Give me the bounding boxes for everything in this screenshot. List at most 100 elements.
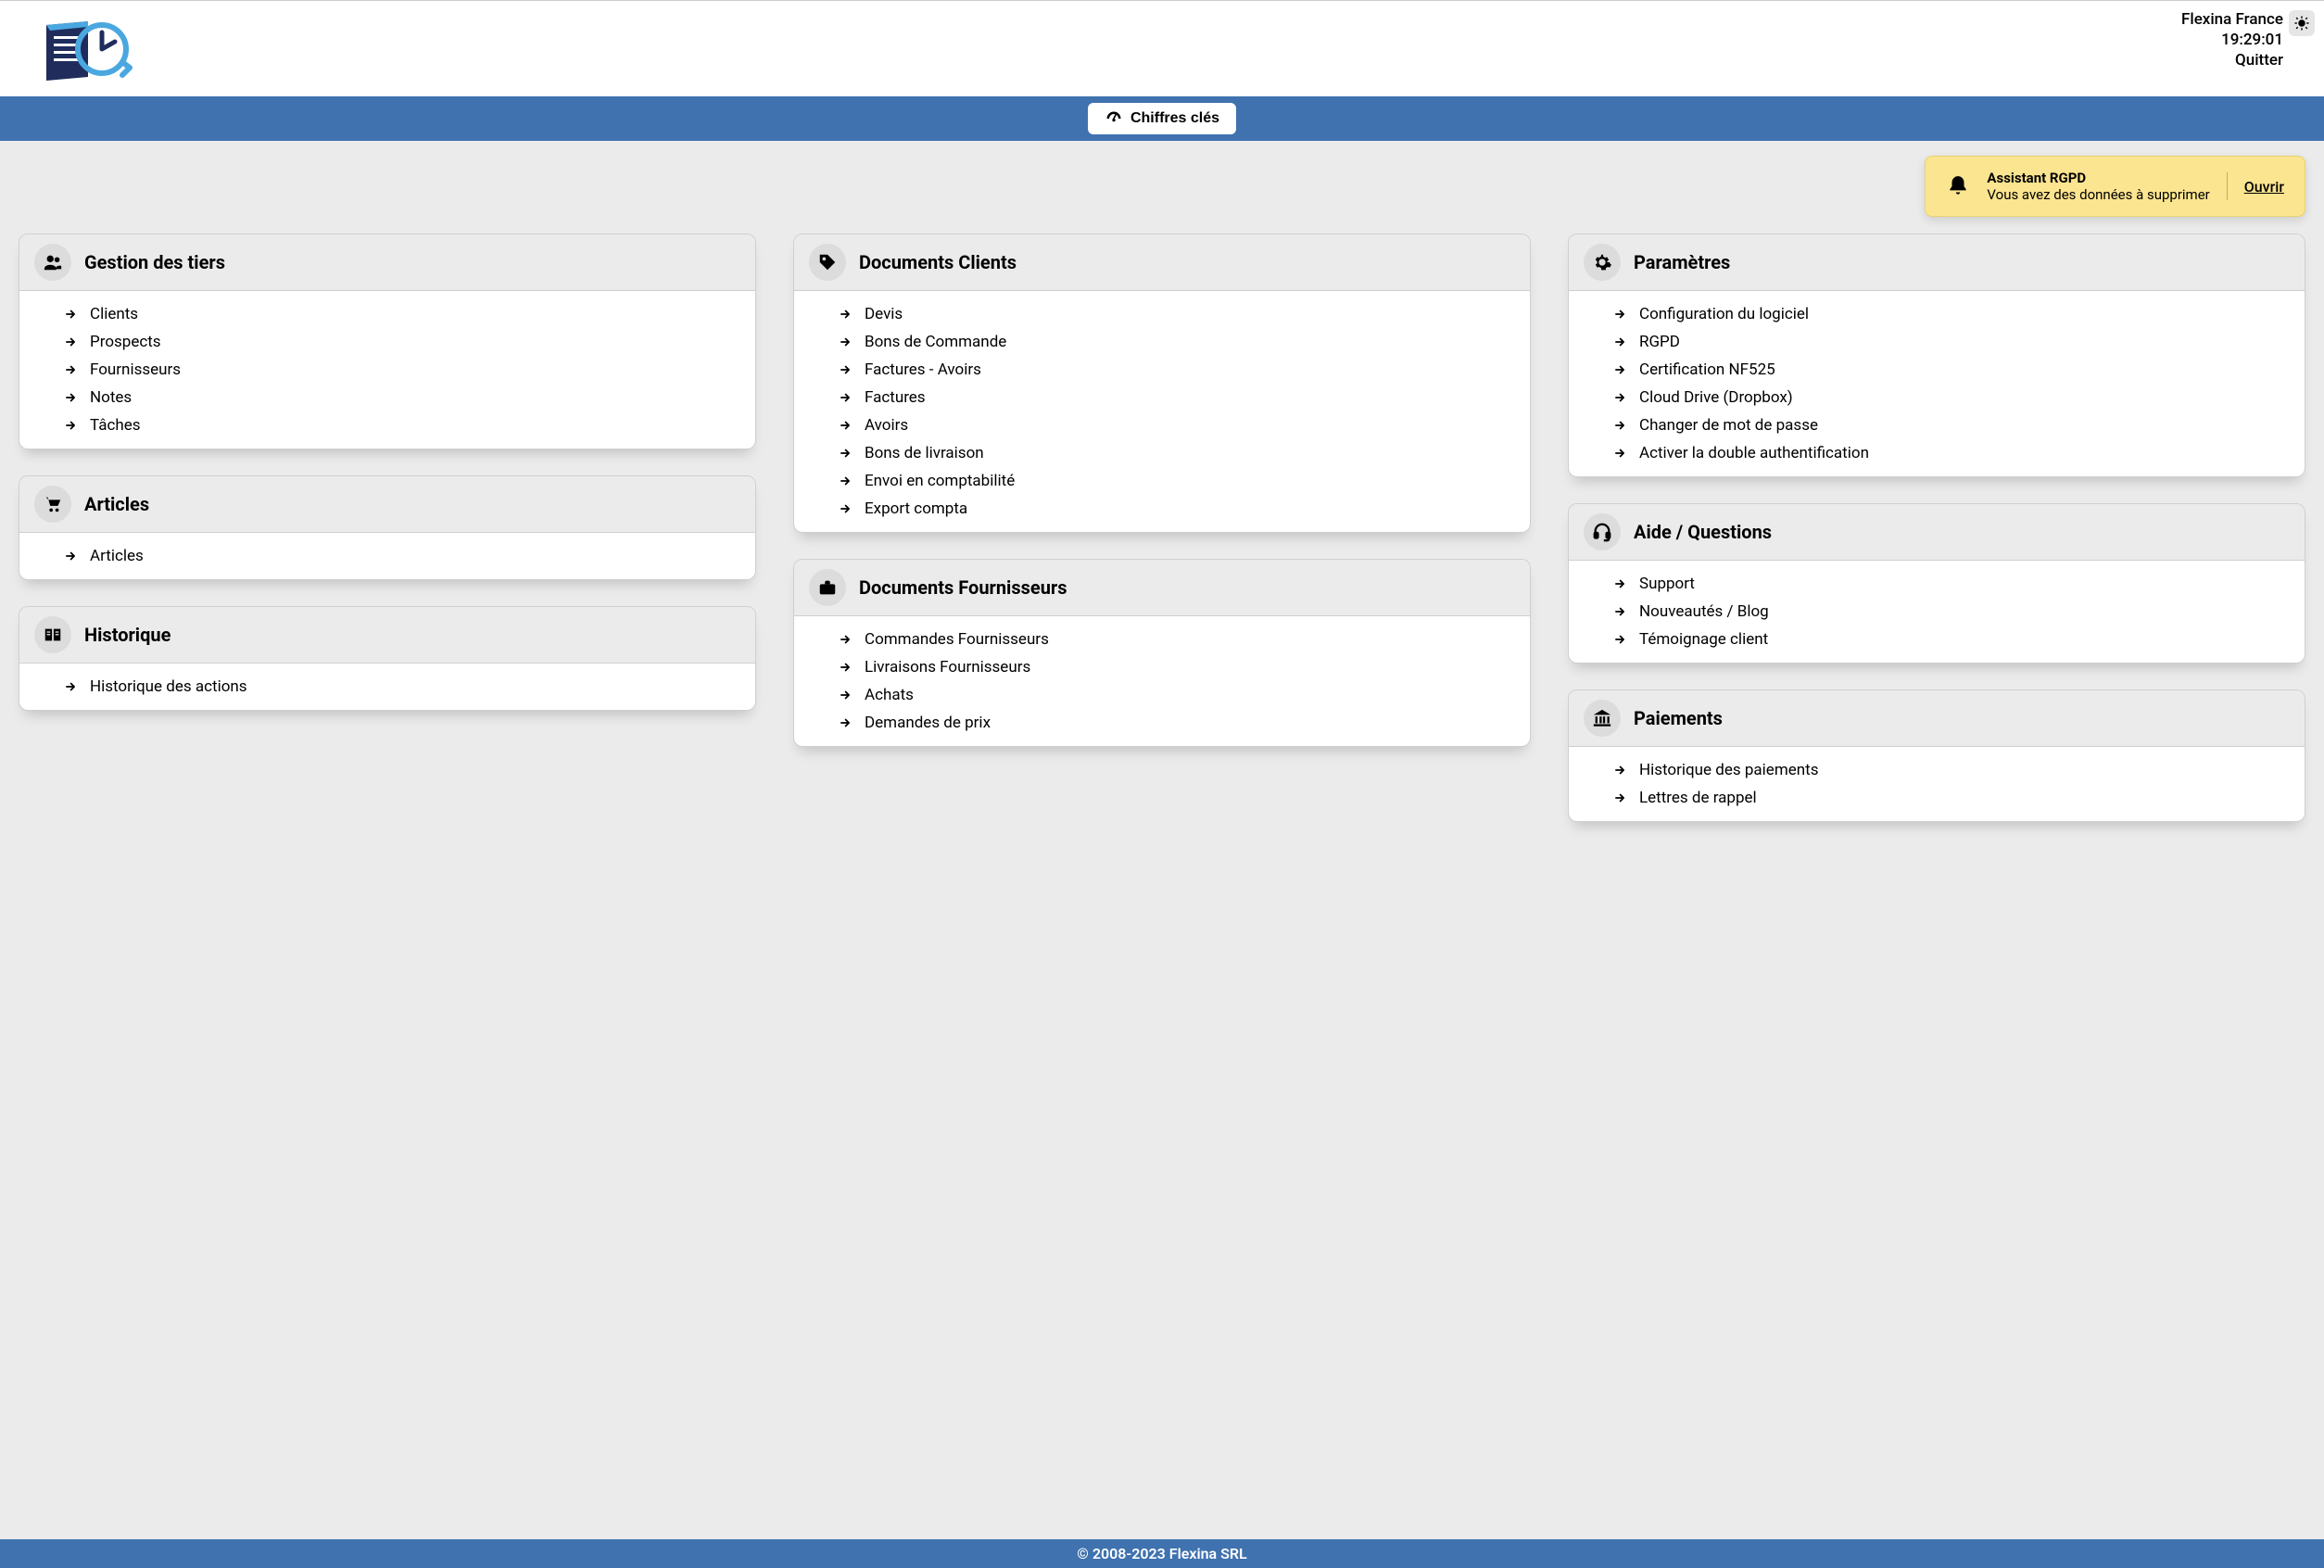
headset-icon — [1584, 513, 1621, 550]
card-title: Documents Fournisseurs — [859, 576, 1067, 599]
menu-item[interactable]: Factures — [794, 384, 1530, 411]
arrow-right-icon — [64, 308, 77, 321]
menu-item[interactable]: Témoignage client — [1569, 626, 2305, 653]
menu-item[interactable]: Nouveautés / Blog — [1569, 598, 2305, 626]
menu-item[interactable]: Avoirs — [794, 411, 1530, 439]
card-paiements: Paiements Historique des paiements Lettre… — [1568, 689, 2305, 822]
menu-item-label: Historique des paiements — [1639, 761, 1818, 779]
menu-item-label: Bons de Commande — [865, 333, 1006, 351]
arrow-right-icon — [64, 419, 77, 432]
menu-item-label: Factures - Avoirs — [865, 360, 981, 379]
arrow-right-icon — [1613, 308, 1626, 321]
arrow-right-icon — [1613, 419, 1626, 432]
card-parametres: Paramètres Configuration du logiciel RGPD… — [1568, 234, 2305, 477]
card-title: Paramètres — [1634, 251, 1730, 273]
menu-item[interactable]: Devis — [794, 300, 1530, 328]
arrow-right-icon — [839, 689, 852, 702]
menu-item-label: Livraisons Fournisseurs — [865, 658, 1030, 677]
notification-open-link[interactable]: Ouvrir — [2244, 178, 2284, 196]
arrow-right-icon — [839, 716, 852, 729]
menu-item-label: Notes — [90, 388, 132, 407]
arrow-right-icon — [839, 419, 852, 432]
menu-item[interactable]: Achats — [794, 681, 1530, 709]
arrow-right-icon — [839, 391, 852, 404]
menu-item-label: Support — [1639, 575, 1695, 593]
theme-toggle-button[interactable] — [2289, 10, 2315, 36]
sun-icon — [2293, 15, 2310, 32]
menu-item[interactable]: Certification NF525 — [1569, 356, 2305, 384]
footer: © 2008-2023 Flexina SRL — [0, 1539, 2324, 1568]
arrow-right-icon — [839, 447, 852, 460]
menu-item-label: Historique des actions — [90, 677, 247, 696]
card-articles: Articles Articles — [19, 475, 756, 580]
chiffres-cles-button[interactable]: Chiffres clés — [1088, 103, 1236, 134]
menu-item-label: Activer la double authentification — [1639, 444, 1869, 462]
quit-link[interactable]: Quitter — [2181, 51, 2283, 70]
card-title: Historique — [84, 624, 171, 646]
dashboard-icon — [1105, 109, 1123, 128]
menu-item-label: Avoirs — [865, 416, 908, 435]
arrow-right-icon — [1613, 791, 1626, 804]
card-title: Documents Clients — [859, 251, 1017, 273]
gear-icon — [1584, 244, 1621, 281]
arrow-right-icon — [1613, 391, 1626, 404]
menu-item-label: Factures — [865, 388, 926, 407]
arrow-right-icon — [1613, 447, 1626, 460]
menu-item-label: Fournisseurs — [90, 360, 181, 379]
arrow-right-icon — [839, 308, 852, 321]
card-title: Articles — [84, 493, 149, 515]
menu-item[interactable]: Support — [1569, 570, 2305, 598]
arrow-right-icon — [839, 502, 852, 515]
arrow-right-icon — [839, 633, 852, 646]
menu-item[interactable]: Cloud Drive (Dropbox) — [1569, 384, 2305, 411]
menu-item[interactable]: Changer de mot de passe — [1569, 411, 2305, 439]
menu-item-label: Prospects — [90, 333, 161, 351]
menu-item-label: RGPD — [1639, 333, 1680, 351]
arrow-right-icon — [1613, 335, 1626, 348]
menu-item-label: Configuration du logiciel — [1639, 305, 1809, 323]
card-docs-fournisseurs: Documents Fournisseurs Commandes Fournis… — [793, 559, 1531, 747]
menu-item[interactable]: RGPD — [1569, 328, 2305, 356]
menu-item-label: Envoi en comptabilité — [865, 472, 1015, 490]
card-historique: Historique Historique des actions — [19, 606, 756, 711]
menu-item-label: Témoignage client — [1639, 630, 1768, 649]
menu-item[interactable]: Configuration du logiciel — [1569, 300, 2305, 328]
menu-item[interactable]: Historique des actions — [19, 673, 755, 701]
menu-item[interactable]: Clients — [19, 300, 755, 328]
menu-item-label: Certification NF525 — [1639, 360, 1775, 379]
arrow-right-icon — [839, 474, 852, 487]
arrow-right-icon — [1613, 363, 1626, 376]
arrow-right-icon — [64, 363, 77, 376]
briefcase-icon — [809, 569, 846, 606]
menu-item[interactable]: Livraisons Fournisseurs — [794, 653, 1530, 681]
menu-item[interactable]: Envoi en comptabilité — [794, 467, 1530, 495]
arrow-right-icon — [64, 335, 77, 348]
menu-item[interactable]: Historique des paiements — [1569, 756, 2305, 784]
card-title: Paiements — [1634, 707, 1723, 729]
menu-item[interactable]: Tâches — [19, 411, 755, 439]
menu-item[interactable]: Export compta — [794, 495, 1530, 523]
menu-item[interactable]: Notes — [19, 384, 755, 411]
menu-item[interactable]: Factures - Avoirs — [794, 356, 1530, 384]
arrow-right-icon — [64, 680, 77, 693]
logo[interactable] — [37, 6, 139, 86]
card-docs-clients: Documents Clients Devis Bons de Commande F… — [793, 234, 1531, 533]
menu-item-label: Tâches — [90, 416, 141, 435]
menu-item[interactable]: Commandes Fournisseurs — [794, 626, 1530, 653]
menu-item[interactable]: Demandes de prix — [794, 709, 1530, 737]
menu-item[interactable]: Bons de Commande — [794, 328, 1530, 356]
menu-item[interactable]: Bons de livraison — [794, 439, 1530, 467]
menu-item-label: Achats — [865, 686, 914, 704]
chiffres-cles-label: Chiffres clés — [1130, 110, 1219, 127]
card-aide: Aide / Questions Support Nouveautés / Blo… — [1568, 503, 2305, 664]
card-title: Aide / Questions — [1634, 521, 1772, 543]
menu-item[interactable]: Lettres de rappel — [1569, 784, 2305, 812]
arrow-right-icon — [64, 391, 77, 404]
menu-item-label: Devis — [865, 305, 903, 323]
bell-icon — [1946, 174, 1970, 198]
menu-item-label: Commandes Fournisseurs — [865, 630, 1049, 649]
menu-item[interactable]: Prospects — [19, 328, 755, 356]
menu-item[interactable]: Fournisseurs — [19, 356, 755, 384]
menu-item[interactable]: Articles — [19, 542, 755, 570]
menu-item[interactable]: Activer la double authentification — [1569, 439, 2305, 467]
